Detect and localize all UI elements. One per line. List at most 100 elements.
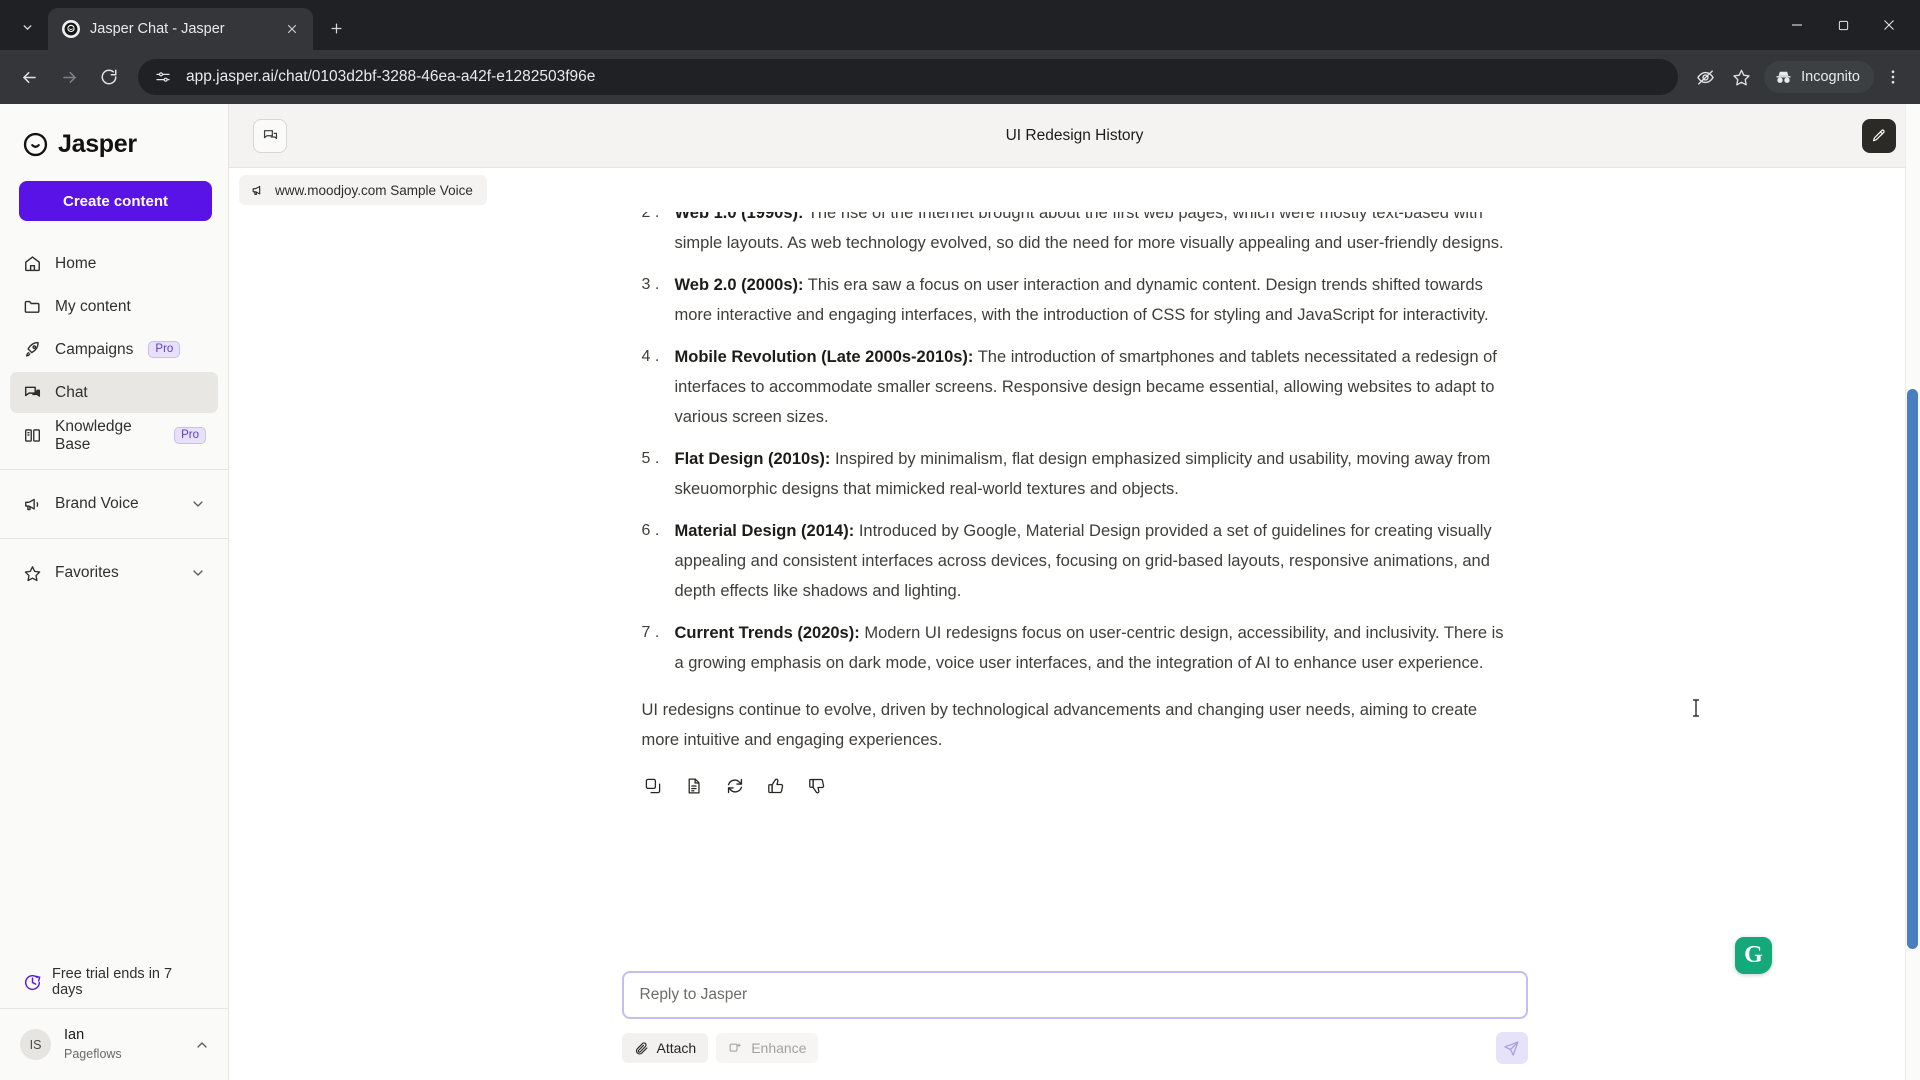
incognito-indicator[interactable]: Incognito	[1764, 61, 1874, 93]
send-button[interactable]	[1495, 1032, 1528, 1064]
address-bar[interactable]: app.jasper.ai/chat/0103d2bf-3288-46ea-a4…	[138, 59, 1679, 95]
user-profile[interactable]: IS Ian Pageflows	[0, 1008, 228, 1080]
regenerate-icon[interactable]	[724, 775, 746, 797]
enhance-button[interactable]: Enhance	[716, 1033, 819, 1063]
sidebar-section-favorites[interactable]: Favorites	[0, 552, 228, 594]
copy-icon[interactable]	[642, 775, 664, 797]
chevron-down-icon[interactable]	[190, 496, 206, 512]
attach-label: Attach	[656, 1040, 697, 1056]
app-sidebar: Jasper Create content Home My content Ca…	[0, 104, 229, 1080]
sidebar-item-label: My content	[55, 297, 131, 315]
jasper-logo-icon	[22, 131, 49, 158]
star-outline-icon	[22, 563, 42, 583]
list-item: Flat Design (2010s): Inspired by minimal…	[642, 444, 1508, 504]
chat-panel-icon[interactable]	[253, 118, 287, 153]
tab-search-icon[interactable]	[10, 10, 44, 44]
sidebar-item-knowledge-base[interactable]: Knowledge Base Pro	[10, 415, 218, 456]
chevron-down-icon[interactable]	[190, 565, 206, 581]
enhance-icon	[728, 1041, 743, 1056]
sidebar-section-label: Favorites	[55, 564, 119, 581]
avatar: IS	[20, 1029, 51, 1060]
reply-input[interactable]: Reply to Jasper	[621, 971, 1528, 1019]
document-icon[interactable]	[683, 775, 705, 797]
thread-inner: Web 1.0 (1990s): The rise of the Interne…	[229, 212, 1920, 797]
voice-bar: www.moodjoy.com Sample Voice	[229, 168, 1920, 212]
sidebar-divider	[0, 538, 228, 539]
chat-panel: UI Redesign History www.moodjoy.com Samp…	[229, 104, 1920, 1080]
composer-inner: Reply to Jasper Attach Enhance	[621, 971, 1528, 1064]
attach-button[interactable]: Attach	[621, 1033, 709, 1063]
eye-off-icon[interactable]	[1688, 60, 1722, 94]
ordered-list: Web 1.0 (1990s): The rise of the Interne…	[642, 212, 1508, 678]
list-item-term: Material Design (2014):	[674, 522, 855, 540]
create-content-button[interactable]: Create content	[19, 181, 212, 221]
book-icon	[22, 426, 42, 446]
paperclip-icon	[634, 1041, 649, 1056]
incognito-hat-icon	[1774, 68, 1793, 87]
browser-toolbar: app.jasper.ai/chat/0103d2bf-3288-46ea-a4…	[0, 50, 1920, 104]
brand-voice-chip[interactable]: www.moodjoy.com Sample Voice	[239, 175, 487, 205]
sidebar-section-brand-voice[interactable]: Brand Voice	[0, 483, 228, 525]
thumbs-down-icon[interactable]	[806, 775, 828, 797]
megaphone-icon	[251, 183, 266, 198]
sidebar-item-label: Campaigns	[55, 340, 134, 358]
trial-label: Free trial ends in 7 days	[52, 966, 173, 998]
clock-icon	[22, 972, 42, 992]
folder-icon	[22, 297, 42, 317]
sidebar-item-label: Home	[55, 254, 97, 272]
url-text: app.jasper.ai/chat/0103d2bf-3288-46ea-a4…	[186, 68, 596, 85]
window-maximize-icon[interactable]	[1820, 0, 1866, 50]
sidebar-item-chat[interactable]: Chat	[10, 372, 218, 413]
list-item: Mobile Revolution (Late 2000s-2010s): Th…	[642, 342, 1508, 432]
window-close-icon[interactable]	[1866, 0, 1912, 50]
megaphone-icon	[22, 494, 42, 514]
site-settings-icon[interactable]	[152, 66, 174, 88]
window-minimize-icon[interactable]	[1774, 0, 1820, 50]
sidebar-item-campaigns[interactable]: Campaigns Pro	[10, 329, 218, 370]
tab-title: Jasper Chat - Jasper	[90, 21, 225, 37]
message-actions	[642, 775, 1508, 797]
sidebar-item-label: Knowledge Base	[55, 417, 132, 453]
user-name: Ian	[64, 1027, 85, 1044]
window-controls	[1774, 0, 1912, 50]
browser-window: Jasper Chat - Jasper app.jasper.ai/chat/…	[0, 0, 1920, 1080]
list-item: Current Trends (2020s): Modern UI redesi…	[642, 618, 1508, 678]
chevron-up-icon[interactable]	[194, 1037, 210, 1053]
reload-icon[interactable]	[90, 58, 128, 96]
browser-tab[interactable]: Jasper Chat - Jasper	[48, 8, 313, 50]
scrollbar-thumb[interactable]	[1907, 389, 1918, 949]
pencil-icon[interactable]	[1862, 118, 1896, 153]
page-viewport: Jasper Create content Home My content Ca…	[0, 104, 1920, 1080]
thumbs-up-icon[interactable]	[765, 775, 787, 797]
sidebar-item-home[interactable]: Home	[10, 243, 218, 284]
bookmark-star-icon[interactable]	[1724, 60, 1758, 94]
composer-toolbar: Attach Enhance	[621, 1032, 1528, 1064]
composer: Reply to Jasper Attach Enhance	[229, 971, 1920, 1080]
kebab-menu-icon[interactable]	[1876, 60, 1910, 94]
text-cursor	[1691, 698, 1701, 723]
grammarly-icon[interactable]: G	[1735, 937, 1772, 974]
brand-logo[interactable]: Jasper	[0, 104, 228, 159]
page-scrollbar[interactable]	[1905, 104, 1920, 1080]
rocket-icon	[22, 340, 42, 360]
sidebar-item-label: Chat	[55, 383, 88, 401]
list-item: Material Design (2014): Introduced by Go…	[642, 516, 1508, 606]
trial-status[interactable]: Free trial ends in 7 days	[0, 956, 228, 1008]
user-org: Pageflows	[64, 1046, 122, 1061]
message-thread[interactable]: Web 1.0 (1990s): The rise of the Interne…	[229, 212, 1920, 971]
pro-badge: Pro	[148, 341, 181, 358]
brand-name: Jasper	[58, 130, 137, 158]
chat-header: UI Redesign History	[229, 104, 1920, 168]
forward-arrow-icon[interactable]	[50, 58, 88, 96]
sidebar-divider	[0, 469, 228, 470]
brand-voice-label: www.moodjoy.com Sample Voice	[275, 182, 473, 198]
sidebar-item-my-content[interactable]: My content	[10, 286, 218, 327]
tab-close-icon[interactable]	[281, 18, 303, 40]
back-arrow-icon[interactable]	[10, 58, 48, 96]
list-item-term: Web 2.0 (2000s):	[674, 276, 804, 294]
new-tab-icon[interactable]	[319, 11, 353, 45]
sidebar-section-label: Brand Voice	[55, 495, 139, 512]
incognito-label: Incognito	[1801, 69, 1860, 85]
list-item-term: Mobile Revolution (Late 2000s-2010s):	[674, 348, 974, 366]
